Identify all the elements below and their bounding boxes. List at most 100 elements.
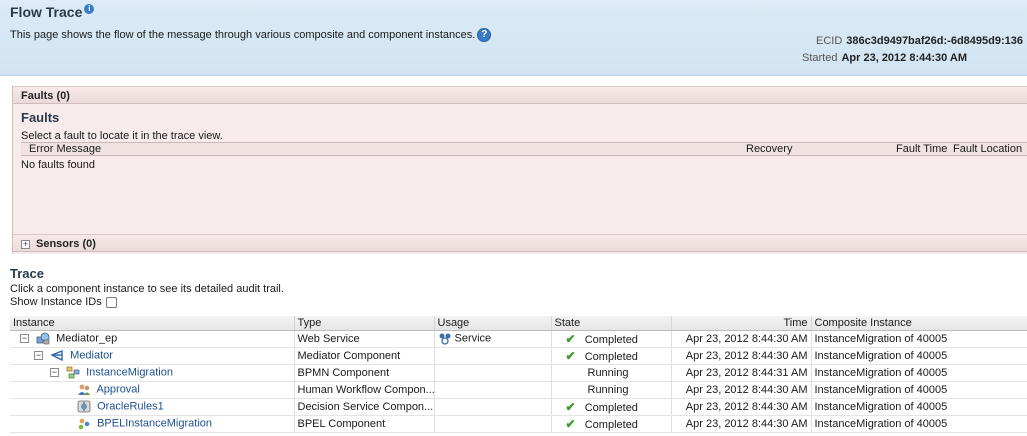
composite-cell[interactable]: InstanceMigration of 40005	[811, 364, 1027, 382]
sensors-tab[interactable]: + Sensors (0)	[13, 234, 1027, 252]
subtitle-text: This page shows the flow of the message …	[10, 28, 476, 41]
composite-cell[interactable]: InstanceMigration of 40005	[811, 347, 1027, 365]
table-row[interactable]: − InstanceMigration BPMN Component Runni…	[10, 364, 1027, 382]
usage-cell	[434, 415, 552, 433]
col-state[interactable]: State	[551, 316, 672, 331]
trace-heading: Trace	[10, 266, 44, 281]
instance-cell: BPELInstanceMigration	[10, 415, 295, 433]
page-title: Flow Trace i	[10, 4, 95, 20]
instance-cell: − Mediator_ep	[10, 330, 295, 348]
collapse-icon[interactable]: −	[34, 351, 43, 360]
show-ids-label: Show Instance IDs	[10, 296, 102, 308]
started-value: Apr 23, 2012 8:44:30 AM	[841, 52, 968, 64]
instance-cell: − Mediator	[10, 347, 295, 365]
decision-service-icon	[77, 400, 91, 413]
state-text: Completed	[584, 401, 638, 414]
faults-hint: Select a fault to locate it in the trace…	[21, 130, 223, 142]
trace-table: Instance Type Usage State Time Composite…	[10, 316, 1027, 433]
instance-link[interactable]: Mediator	[70, 349, 113, 361]
page-header: Flow Trace i This page shows the flow of …	[0, 0, 1027, 76]
time-cell: Apr 23, 2012 8:44:30 AM	[671, 330, 812, 348]
col-instance[interactable]: Instance	[10, 316, 295, 331]
page-title-text: Flow Trace	[10, 4, 83, 20]
instance-link[interactable]: OracleRules1	[97, 400, 164, 412]
composite-cell[interactable]: InstanceMigration of 40005	[811, 330, 1027, 348]
state-text: Running	[587, 366, 629, 379]
human-workflow-icon	[77, 383, 91, 396]
table-row[interactable]: BPELInstanceMigration BPEL Component ✔ C…	[10, 415, 1027, 433]
table-row[interactable]: Approval Human Workflow Compon... Runnin…	[10, 381, 1027, 399]
show-ids-checkbox[interactable]	[105, 296, 117, 308]
ecid-label: ECID	[816, 35, 843, 47]
type-cell: BPEL Component	[294, 415, 435, 433]
col-type[interactable]: Type	[294, 316, 435, 331]
type-cell: Decision Service Compon...	[294, 398, 435, 416]
state-cell: ✔ Completed	[551, 330, 672, 348]
composite-cell[interactable]: InstanceMigration of 40005	[811, 398, 1027, 416]
state-cell: ✔ Completed	[551, 347, 672, 365]
col-composite-instance[interactable]: Composite Instance	[811, 316, 1027, 331]
help-icon[interactable]: ?	[477, 28, 492, 42]
state-cell: Running	[551, 381, 672, 399]
time-cell: Apr 23, 2012 8:44:30 AM	[671, 415, 812, 433]
checkmark-icon: ✔	[565, 399, 576, 414]
show-instance-ids: Show Instance IDs	[10, 296, 117, 308]
faults-table-header: Error Message Recovery Fault Time Fault …	[21, 142, 1027, 156]
state-text: Running	[587, 383, 629, 396]
usage-text: Service	[454, 332, 492, 345]
time-cell: Apr 23, 2012 8:44:30 AM	[671, 347, 812, 365]
collapse-icon[interactable]: −	[20, 334, 29, 343]
time-cell: Apr 23, 2012 8:44:30 AM	[671, 381, 812, 399]
faults-heading: Faults	[21, 110, 60, 125]
checkmark-icon: ✔	[565, 331, 576, 346]
checkmark-icon: ✔	[565, 348, 576, 363]
info-icon[interactable]: i	[84, 4, 95, 14]
time-cell: Apr 23, 2012 8:44:30 AM	[671, 398, 812, 416]
type-cell: Mediator Component	[294, 347, 435, 365]
col-usage[interactable]: Usage	[434, 316, 552, 331]
page-subtitle: This page shows the flow of the message …	[10, 28, 492, 42]
composite-cell[interactable]: InstanceMigration of 40005	[811, 381, 1027, 399]
col-error-message[interactable]: Error Message	[29, 143, 101, 156]
instance-link[interactable]: BPELInstanceMigration	[97, 417, 212, 429]
state-text: Completed	[584, 350, 638, 363]
state-text: Completed	[584, 333, 638, 346]
table-row[interactable]: OracleRules1 Decision Service Compon... …	[10, 398, 1027, 416]
bpel-icon	[77, 417, 91, 430]
no-faults-message: No faults found	[21, 159, 95, 171]
col-time[interactable]: Time	[671, 316, 812, 331]
expand-icon[interactable]: +	[21, 239, 30, 249]
table-row[interactable]: − Mediator_ep Web Service Service ✔ Comp…	[10, 330, 1027, 348]
instance-name: Mediator_ep	[56, 332, 118, 345]
type-cell: BPMN Component	[294, 364, 435, 382]
composite-cell[interactable]: InstanceMigration of 40005	[811, 415, 1027, 433]
col-recovery[interactable]: Recovery	[746, 143, 792, 156]
faults-tab[interactable]: Faults (0)	[13, 86, 1027, 104]
ecid-value: 386c3d9497baf26d:-6d8495d9:136	[846, 35, 1024, 47]
state-cell: ✔ Completed	[551, 398, 672, 416]
ecid-row: ECID 386c3d9497baf26d:-6d8495d9:136	[816, 35, 1023, 47]
usage-cell: Service	[434, 330, 552, 348]
instance-link[interactable]: InstanceMigration	[86, 366, 173, 378]
web-service-icon	[36, 332, 50, 345]
trace-hint: Click a component instance to see its de…	[10, 283, 284, 295]
instance-cell: Approval	[10, 381, 295, 399]
col-fault-location[interactable]: Fault Location	[953, 143, 1022, 156]
started-label: Started	[802, 52, 838, 64]
faults-panel: Faults (0) Faults Select a fault to loca…	[12, 86, 1027, 254]
type-cell: Human Workflow Compon...	[294, 381, 435, 399]
checkmark-icon: ✔	[565, 416, 576, 431]
type-cell: Web Service	[294, 330, 435, 348]
usage-cell	[434, 381, 552, 399]
table-row[interactable]: − Mediator Mediator Component ✔ Complete…	[10, 347, 1027, 365]
state-cell: ✔ Completed	[551, 415, 672, 433]
service-usage-icon	[438, 332, 452, 345]
bpmn-icon	[66, 366, 80, 379]
col-fault-time[interactable]: Fault Time	[896, 143, 947, 156]
usage-cell	[434, 398, 552, 416]
mediator-icon	[50, 349, 64, 362]
collapse-icon[interactable]: −	[50, 368, 59, 377]
state-text: Completed	[584, 418, 638, 431]
state-cell: Running	[551, 364, 672, 382]
instance-link[interactable]: Approval	[96, 383, 139, 395]
